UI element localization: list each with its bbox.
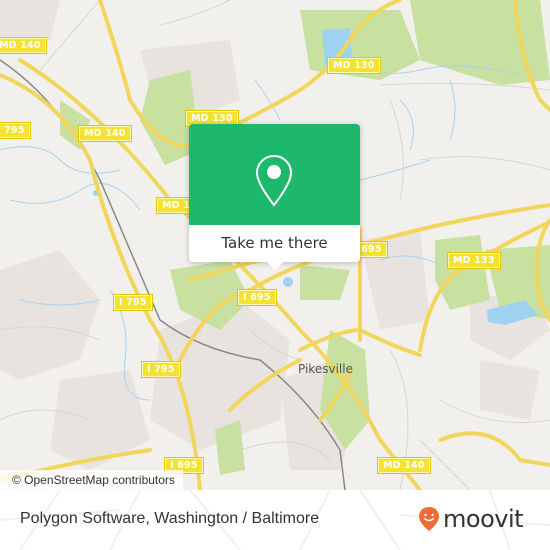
road-shield-md140: MD 140 (79, 126, 131, 141)
road-shield-md140: MD 140 (0, 38, 46, 53)
footer: Polygon Software, Washington / Baltimore… (0, 490, 550, 550)
map[interactable]: MD 140 MD 130 I 795 MD 140 MD 130 MD 140… (0, 0, 550, 490)
moovit-pin-icon (419, 507, 439, 531)
road-shield-i695: I 695 (238, 290, 276, 305)
road-shield-md130: MD 130 (328, 58, 380, 73)
road-shield-md140: MD 140 (378, 458, 430, 473)
moovit-logo[interactable]: moovit (418, 505, 524, 533)
road-shield-md133: MD 133 (448, 253, 500, 268)
place-label-pikesville: Pikesville (298, 362, 353, 376)
popup-tail (266, 261, 284, 270)
road-shield-i795: I 795 (0, 123, 30, 138)
moovit-wordmark: moovit (443, 505, 524, 533)
take-me-there-button[interactable]: Take me there (189, 225, 360, 262)
road-shield-i795: I 795 (142, 362, 180, 377)
map-pin-icon (255, 154, 293, 207)
take-me-there-popup[interactable]: Take me there (189, 124, 360, 270)
popup-header[interactable] (189, 124, 360, 225)
map-attribution[interactable]: © OpenStreetMap contributors (0, 470, 183, 490)
road-shield-i795: I 795 (114, 295, 152, 310)
place-name: Polygon Software, Washington / Baltimore (20, 510, 320, 527)
